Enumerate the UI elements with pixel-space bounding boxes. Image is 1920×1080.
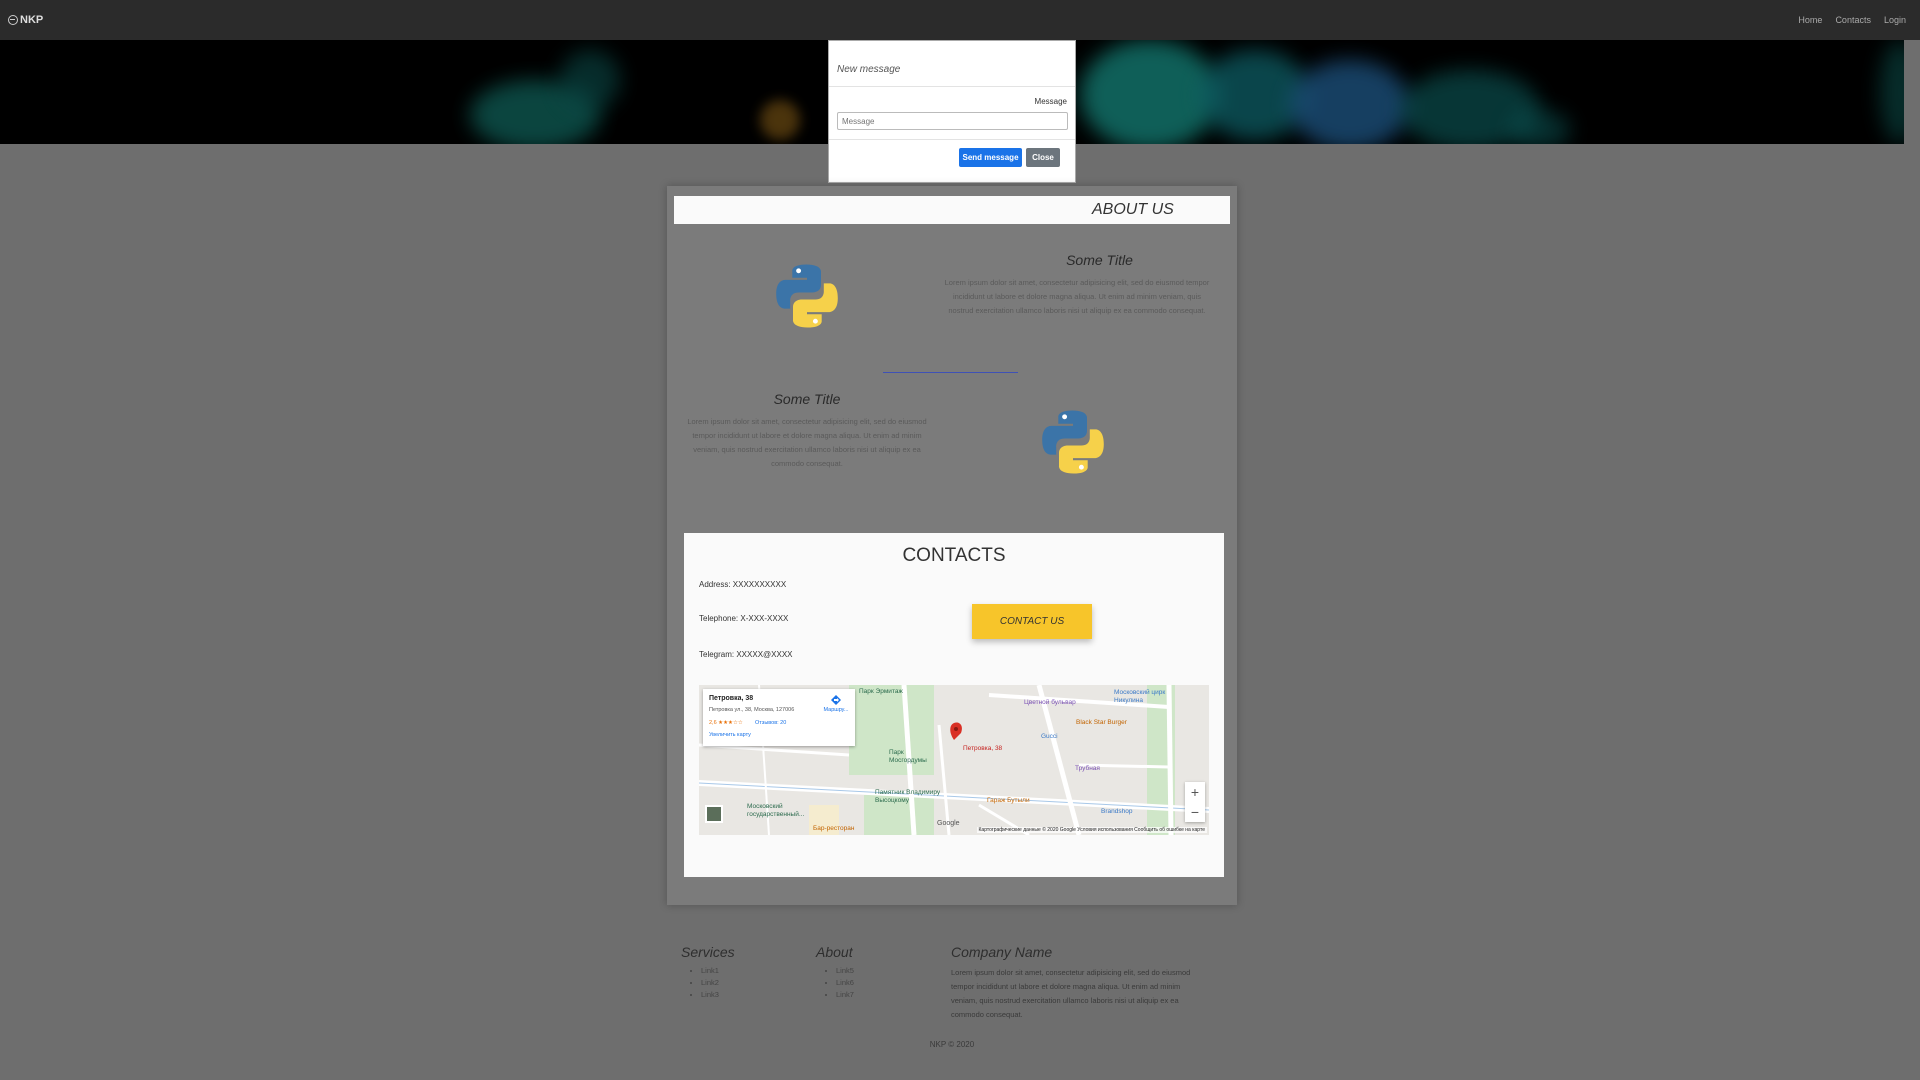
footer-link[interactable]: Link3	[701, 989, 735, 1001]
navbar: NKP Home Contacts Login	[0, 0, 1920, 40]
map-label: Black Star Burger	[1076, 719, 1127, 726]
place-title: Петровка, 38	[709, 695, 754, 702]
place-rating: 2,6 ★★★☆☆	[709, 720, 743, 726]
map-label: Парк Мосгордумы	[889, 749, 927, 764]
footer-about: About Link5 Link6 Link7	[816, 944, 854, 1001]
address-text: Address: XXXXXXXXXX	[699, 580, 787, 589]
zoom-in-button[interactable]: +	[1185, 782, 1205, 802]
directions-icon	[831, 695, 841, 705]
map-label: Brandshop	[1101, 808, 1133, 815]
copyright: NKP © 2020	[929, 1040, 975, 1049]
satellite-view-toggle[interactable]	[705, 805, 723, 823]
close-button[interactable]: Close	[1026, 148, 1060, 167]
python-logo-icon	[776, 264, 838, 328]
map-label: Московский государственный...	[747, 803, 805, 818]
about-header: ABOUT US	[674, 196, 1230, 224]
feature-text: Lorem ipsum dolor sit amet, consectetur …	[687, 417, 927, 468]
telegram-text: Telegram: XXXXX@XXXX	[699, 650, 793, 659]
feature-text: Lorem ipsum dolor sit amet, consectetur …	[944, 278, 1210, 315]
telephone-text: Telephone: X-XXX-XXXX	[699, 614, 789, 623]
map-label: Гараж Бутыли	[987, 797, 1030, 804]
modal-divider	[829, 139, 1075, 140]
map-label: Трубная	[1075, 765, 1100, 772]
about-title: ABOUT US	[1092, 201, 1174, 218]
footer-about-title: About	[816, 944, 853, 960]
message-input[interactable]	[837, 112, 1068, 130]
feature-title: Some Title	[1066, 252, 1133, 268]
main-content: ABOUT US Some Title Lorem ipsum dolor si…	[667, 186, 1237, 905]
footer-link[interactable]: Link6	[836, 977, 854, 989]
map-credits[interactable]: Картографические данные © 2020 Google Ус…	[976, 827, 1207, 833]
brand-logo[interactable]: NKP	[8, 14, 43, 26]
feature-title: Some Title	[773, 391, 841, 407]
contact-us-button[interactable]: CONTACT US	[972, 604, 1092, 639]
google-logo: Google	[937, 820, 960, 827]
nav-link-home[interactable]: Home	[1798, 15, 1822, 25]
map-label: Памятник Владимиру Высоцкому	[875, 789, 941, 804]
globe-icon	[8, 15, 18, 25]
nav-link-contacts[interactable]: Contacts	[1835, 15, 1871, 25]
place-info-card: Петровка, 38 Петровка ул., 38, Москва, 1…	[703, 689, 855, 746]
map-label: Петровка, 38	[963, 745, 1003, 752]
zoom-out-button[interactable]: −	[1185, 802, 1205, 822]
modal-title: New message	[837, 64, 901, 75]
modal-divider	[829, 86, 1075, 87]
map-label: Бар-ресторан	[813, 825, 855, 832]
map-label: Московский цирк Никулина	[1114, 689, 1166, 704]
map-label: Парк Эрмитаж	[859, 688, 903, 695]
footer-link[interactable]: Link1	[701, 965, 735, 977]
footer-services-title: Services	[681, 944, 735, 960]
message-label: Message	[1034, 97, 1067, 106]
footer-link[interactable]: Link2	[701, 977, 735, 989]
section-divider	[883, 372, 1018, 373]
footer-link[interactable]: Link5	[836, 965, 854, 977]
enlarge-map-link[interactable]: Увеличить карту	[709, 732, 751, 738]
contacts-title: CONTACTS	[902, 545, 1006, 566]
map-label: Gucci	[1041, 733, 1058, 740]
footer-link[interactable]: Link7	[836, 989, 854, 1001]
map-label: Цветной бульвар	[1024, 699, 1076, 706]
place-address: Петровка ул., 38, Москва, 127006	[709, 707, 795, 713]
brand-name: NKP	[20, 14, 44, 26]
embedded-map[interactable]: Петровка, 38 Цветной бульвар Московский …	[699, 685, 1209, 835]
footer-company-text: Lorem ipsum dolor sit amet, consectetur …	[951, 968, 1191, 1019]
new-message-modal: New message Message Send message Close	[828, 40, 1076, 183]
place-reviews-link[interactable]: Отзывов: 20	[755, 720, 786, 726]
directions-label: Маршру...	[823, 707, 849, 713]
footer-company: Company Name Lorem ipsum dolor sit amet,…	[951, 944, 1201, 1022]
contacts-section: CONTACTS Address: XXXXXXXXXX Telephone: …	[684, 533, 1224, 877]
nav-link-login[interactable]: Login	[1884, 15, 1906, 25]
nav-links: Home Contacts Login	[1798, 15, 1906, 25]
footer-services: Services Link1 Link2 Link3	[681, 944, 735, 1001]
directions-button[interactable]: Маршру...	[821, 695, 851, 713]
map-zoom-controls: + −	[1185, 782, 1205, 822]
send-message-button[interactable]: Send message	[959, 148, 1022, 167]
footer-company-title: Company Name	[951, 944, 1053, 960]
python-logo-icon	[1042, 410, 1104, 474]
